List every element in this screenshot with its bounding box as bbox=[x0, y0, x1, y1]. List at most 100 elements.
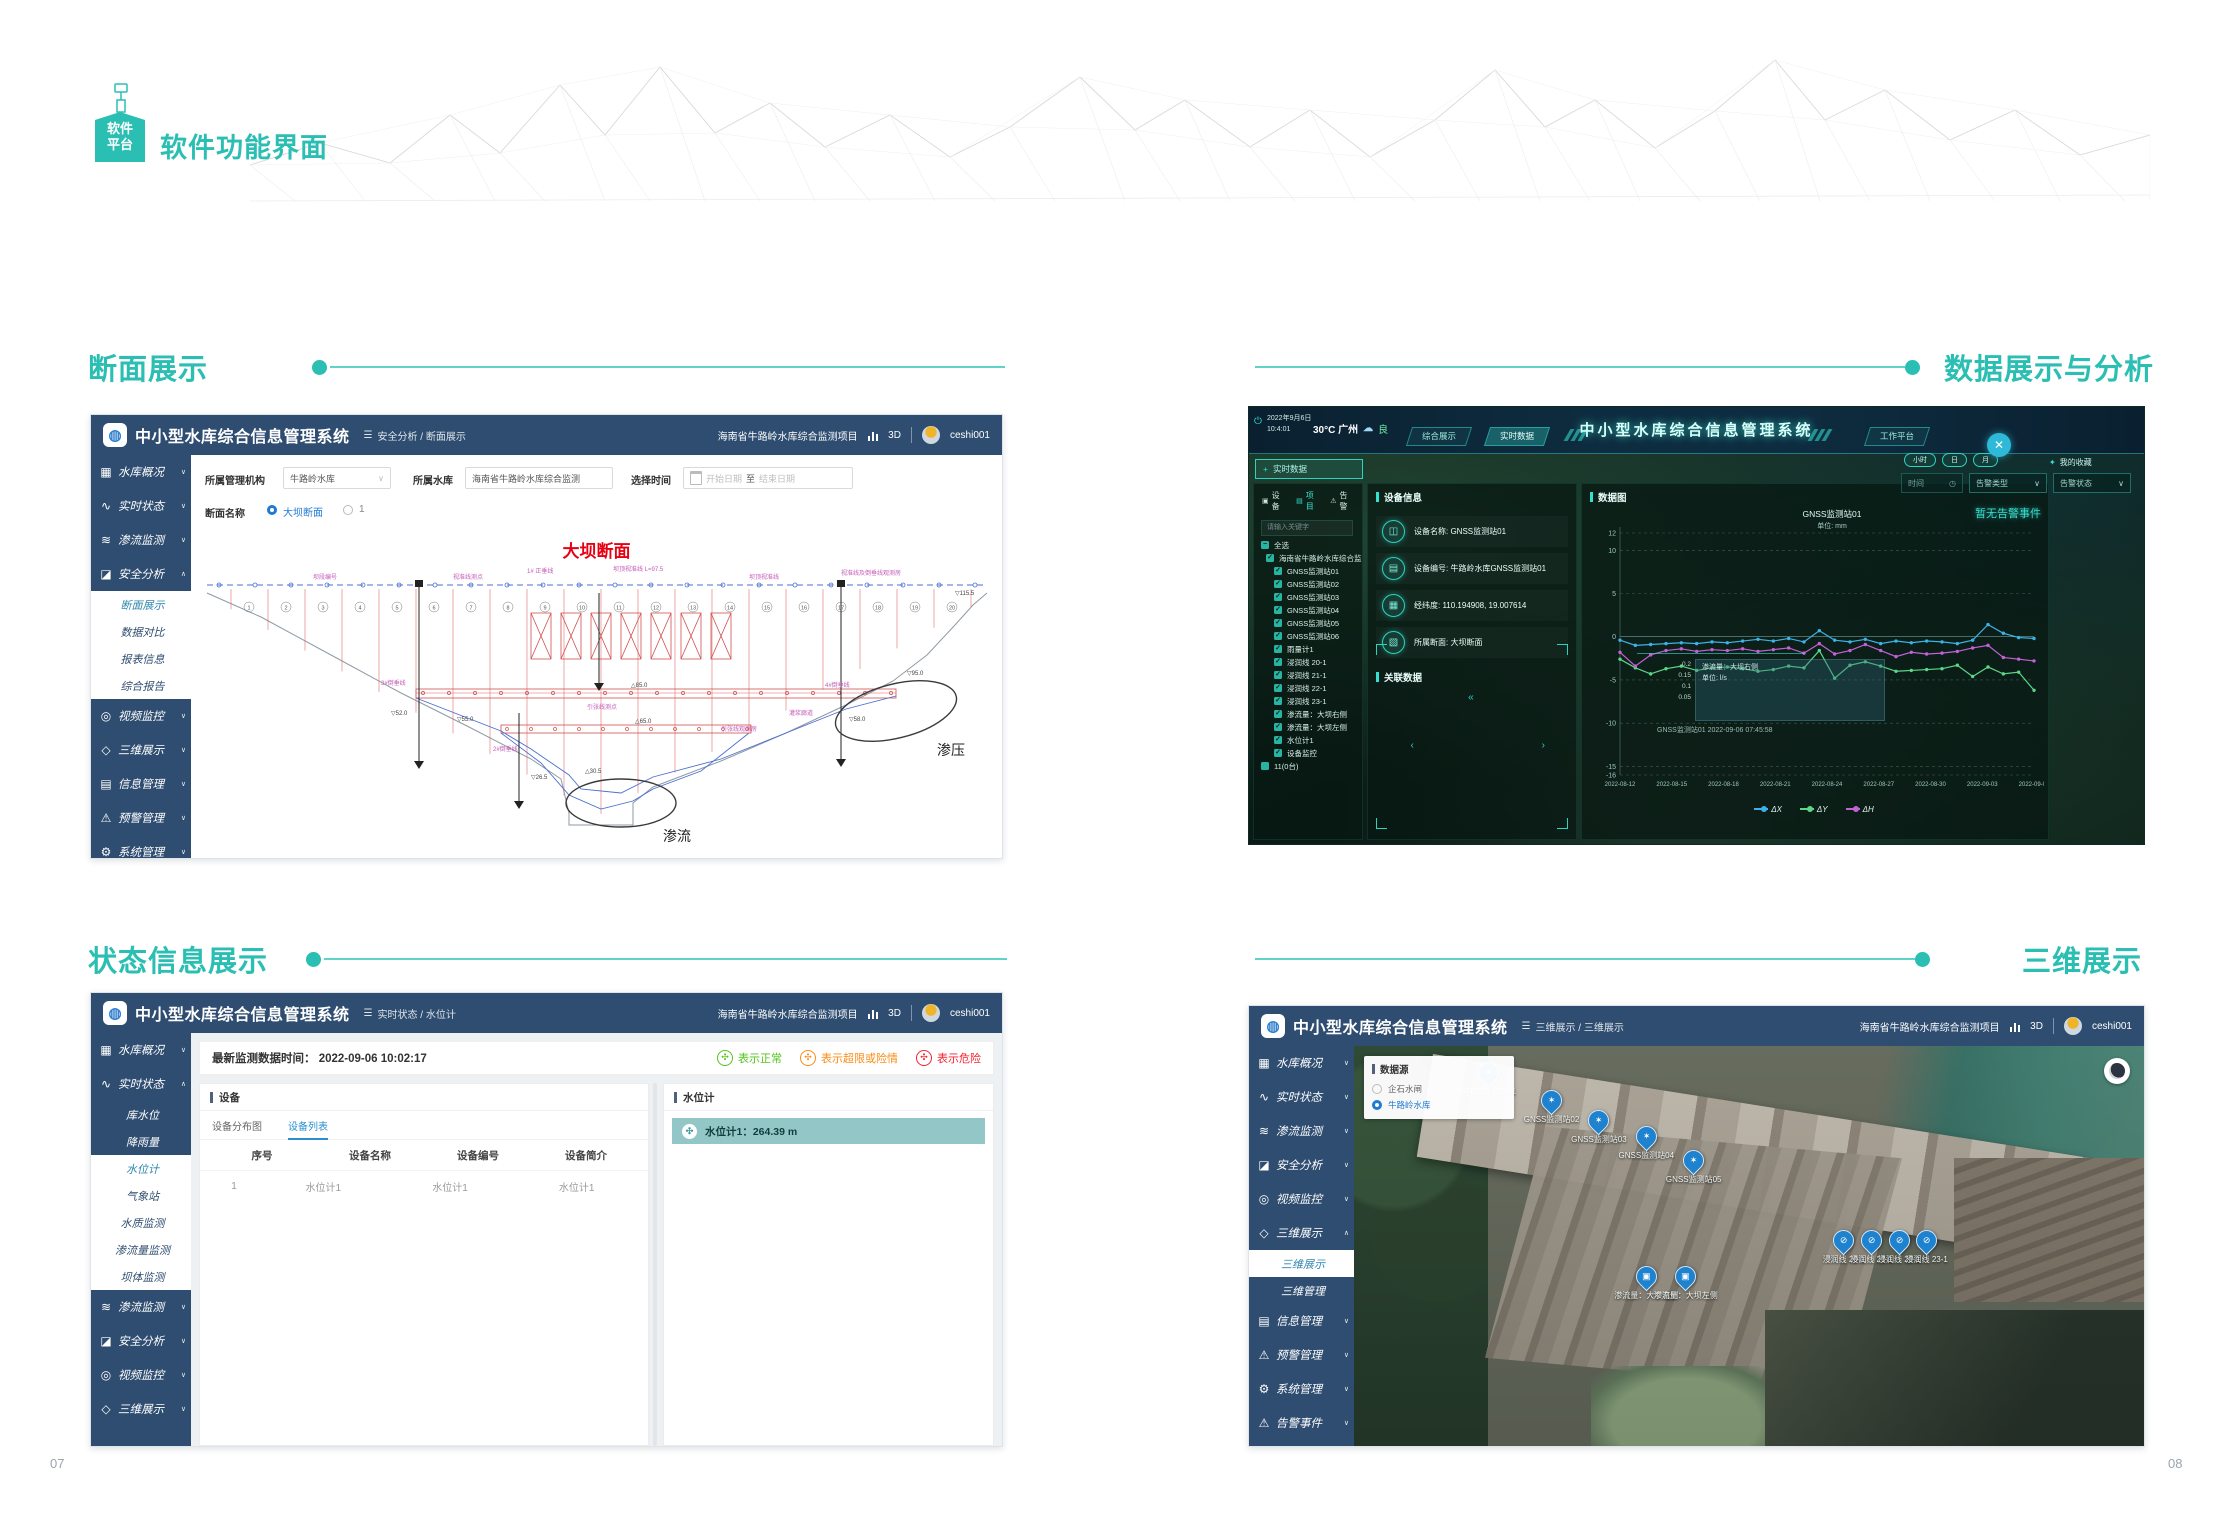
tree-item[interactable]: ✓ 渗流量：大坝左侧 bbox=[1254, 721, 1362, 734]
compass-widget[interactable] bbox=[2104, 1058, 2130, 1084]
alarm-status-dropdown[interactable]: 告警状态∨ bbox=[2053, 473, 2131, 493]
menu-icon[interactable]: ☰ bbox=[1522, 1021, 1531, 1032]
tree-item[interactable]: ✓ 浸润线 23-1 bbox=[1254, 695, 1362, 708]
mode-3d-button[interactable]: 3D bbox=[888, 1008, 901, 1019]
sidebar-item[interactable]: ∿ 实时状态 ∨ bbox=[1249, 1080, 1354, 1114]
table-row[interactable]: 1水位计1水位计1水位计1 bbox=[200, 1170, 648, 1201]
tab-device-list[interactable]: 设备列表 bbox=[288, 1118, 328, 1140]
prev-icon[interactable]: ‹ bbox=[1411, 740, 1414, 751]
sidebar-item[interactable]: ⚠ 预警管理 ∨ bbox=[91, 801, 191, 835]
search-input[interactable] bbox=[1261, 520, 1353, 536]
tree-item[interactable]: ✓ 水位计1 bbox=[1254, 734, 1362, 747]
aerial-3d-scene[interactable]: 数据源 企石水闸 牛路岭水库 ✶ GNSS监测站01 ✶ bbox=[1354, 1046, 2144, 1446]
avatar[interactable] bbox=[922, 1004, 940, 1022]
select-all-row[interactable]: − 全选 bbox=[1254, 539, 1362, 552]
menu-icon[interactable]: ☰ bbox=[364, 430, 373, 441]
bar-chart-icon[interactable] bbox=[868, 430, 879, 441]
next-icon[interactable]: › bbox=[1542, 740, 1545, 751]
sidebar-item[interactable]: ▤ 信息管理 ∨ bbox=[1249, 1304, 1354, 1338]
sidebar-item[interactable]: ≋ 渗流监测 ∨ bbox=[1249, 1114, 1354, 1148]
datasource-option-2[interactable]: 牛路岭水库 bbox=[1372, 1097, 1506, 1113]
sidebar-item[interactable]: ⚙ 系统管理 ∨ bbox=[1249, 1372, 1354, 1406]
section-radio-label[interactable]: 大坝断面 bbox=[283, 504, 323, 519]
bar-chart-icon[interactable] bbox=[868, 1008, 879, 1019]
sidebar-item[interactable]: 气象站 bbox=[91, 1182, 191, 1209]
scrollbar[interactable] bbox=[653, 1083, 657, 1446]
sidebar-item[interactable]: ⚠ 告警事件 ∨ bbox=[1249, 1406, 1354, 1440]
tree-item[interactable]: ✓ GNSS监测站03 bbox=[1254, 591, 1362, 604]
sidebar-item[interactable]: 报表信息 bbox=[91, 645, 191, 672]
section-radio-selected[interactable] bbox=[267, 505, 277, 515]
sidebar-item[interactable]: ∿ 实时状态 ∧ bbox=[91, 1067, 191, 1101]
time-filter-button[interactable]: 时间◷ bbox=[1901, 473, 1963, 493]
sidebar-item[interactable]: 水质监测 bbox=[91, 1209, 191, 1236]
sidebar-item[interactable]: 水位计 bbox=[91, 1155, 191, 1182]
legend-item[interactable]: ΔY bbox=[1800, 805, 1828, 814]
project-tree-node[interactable]: ✓ 海南省牛路岭水库综合监测项目(1台) bbox=[1254, 552, 1362, 565]
gauge-value-row[interactable]: ✣ 水位计1：264.39 m bbox=[672, 1118, 985, 1144]
sidebar-item[interactable]: ◎ 视频监控 ∨ bbox=[91, 1358, 191, 1392]
sidebar-item[interactable]: 断面展示 bbox=[91, 591, 191, 618]
tree-item[interactable]: ✓ 设备监控 bbox=[1254, 747, 1362, 760]
tree-item[interactable]: ✓ GNSS监测站02 bbox=[1254, 578, 1362, 591]
sidebar-item[interactable]: ◇ 三维展示 ∧ bbox=[1249, 1216, 1354, 1250]
collapse-icon[interactable]: « bbox=[1468, 692, 1474, 703]
sidebar-item[interactable]: ◪ 安全分析 ∨ bbox=[91, 1324, 191, 1358]
date-range-picker[interactable]: 开始日期 至 结束日期 bbox=[683, 467, 853, 489]
avatar[interactable] bbox=[2064, 1017, 2082, 1035]
realtime-data-left-tab[interactable]: +实时数据 bbox=[1255, 459, 1363, 479]
sidebar-item[interactable]: ◎ 视频监控 ∨ bbox=[1249, 1182, 1354, 1216]
sidebar-item[interactable]: ≋ 渗流监测 ∨ bbox=[91, 523, 191, 557]
mode-3d-button[interactable]: 3D bbox=[2030, 1021, 2043, 1032]
sidebar-item[interactable]: ◎ 视频监控 ∨ bbox=[91, 699, 191, 733]
sidebar-item[interactable]: 渗流量监测 bbox=[91, 1236, 191, 1263]
tree-item[interactable]: ✓ 浸润线 22-1 bbox=[1254, 682, 1362, 695]
sidebar-item[interactable]: 库水位 bbox=[91, 1101, 191, 1128]
sidebar-item[interactable]: ▦ 水库概况 ∨ bbox=[91, 455, 191, 489]
close-icon[interactable]: ✕ bbox=[1987, 433, 2011, 457]
sidebar-item[interactable]: ◇ 三维展示 ∨ bbox=[91, 1392, 191, 1426]
datasource-option-1[interactable]: 企石水闸 bbox=[1372, 1081, 1506, 1097]
sidebar-item[interactable]: ◪ 安全分析 ∨ bbox=[1249, 1148, 1354, 1182]
tree-item[interactable]: ✓ GNSS监测站01 bbox=[1254, 565, 1362, 578]
tree-item[interactable]: ✓ GNSS监测站04 bbox=[1254, 604, 1362, 617]
reservoir-input[interactable]: 海南省牛路岭水库综合监测 bbox=[465, 467, 613, 489]
sidebar-item[interactable]: ⚙ 系统管理 ∨ bbox=[91, 835, 191, 858]
sidebar-item[interactable]: ▤ 信息管理 ∨ bbox=[91, 767, 191, 801]
sidebar-item[interactable]: ◪ 安全分析 ∧ bbox=[91, 557, 191, 591]
sidebar-item[interactable]: 数据对比 bbox=[91, 618, 191, 645]
granularity-button[interactable]: 小时 bbox=[1904, 453, 1936, 467]
tree-tab[interactable]: ⚠ 告警 bbox=[1330, 490, 1354, 512]
legend-item[interactable]: ΔH bbox=[1846, 805, 1874, 814]
tree-item[interactable]: ✓ 浸润线 21-1 bbox=[1254, 669, 1362, 682]
bar-chart-icon[interactable] bbox=[2010, 1021, 2021, 1032]
sidebar-item[interactable]: 降雨量 bbox=[91, 1128, 191, 1155]
tree-item[interactable]: ✓ 浸润线 20-1 bbox=[1254, 656, 1362, 669]
avatar[interactable] bbox=[922, 426, 940, 444]
tree-item[interactable]: ✓ 雨量计1 bbox=[1254, 643, 1362, 656]
tree-tab[interactable]: ▣ 设备 bbox=[1262, 490, 1286, 512]
sidebar-item[interactable]: ▦ 水库概况 ∨ bbox=[1249, 1046, 1354, 1080]
sidebar-item[interactable]: ⚠ 预警管理 ∨ bbox=[1249, 1338, 1354, 1372]
alarm-type-dropdown[interactable]: 告警类型∨ bbox=[1969, 473, 2047, 493]
sidebar-item[interactable]: ◇ 三维展示 ∨ bbox=[91, 733, 191, 767]
tree-tab[interactable]: ▤ 项目 bbox=[1296, 490, 1320, 512]
sidebar-item[interactable]: 坝体监测 bbox=[91, 1263, 191, 1290]
sidebar-item[interactable]: ≋ 渗流监测 ∨ bbox=[91, 1290, 191, 1324]
section-radio-2-label[interactable]: 1 bbox=[359, 504, 365, 515]
tree-item[interactable]: ✓ GNSS监测站06 bbox=[1254, 630, 1362, 643]
favorites-button[interactable]: ✦ 我的收藏 bbox=[2049, 457, 2092, 468]
tab-workbench[interactable]: 工作平台 bbox=[1864, 427, 1930, 446]
granularity-button[interactable]: 日 bbox=[1942, 453, 1967, 467]
legend-item[interactable]: ΔX bbox=[1754, 805, 1782, 814]
sidebar-item[interactable]: 综合报告 bbox=[91, 672, 191, 699]
section-radio-2[interactable] bbox=[343, 505, 353, 515]
menu-icon[interactable]: ☰ bbox=[364, 1008, 373, 1019]
mode-3d-button[interactable]: 3D bbox=[888, 430, 901, 441]
org-select[interactable]: 牛路岭水库∨ bbox=[283, 467, 391, 489]
tree-item[interactable]: ✓ GNSS监测站05 bbox=[1254, 617, 1362, 630]
sidebar-item[interactable]: ▦ 水库概况 ∨ bbox=[91, 1033, 191, 1067]
tree-item[interactable]: ✓ 渗流量：大坝右侧 bbox=[1254, 708, 1362, 721]
tab-device-map[interactable]: 设备分布图 bbox=[212, 1118, 262, 1133]
sidebar-item[interactable]: ∿ 实时状态 ∨ bbox=[91, 489, 191, 523]
